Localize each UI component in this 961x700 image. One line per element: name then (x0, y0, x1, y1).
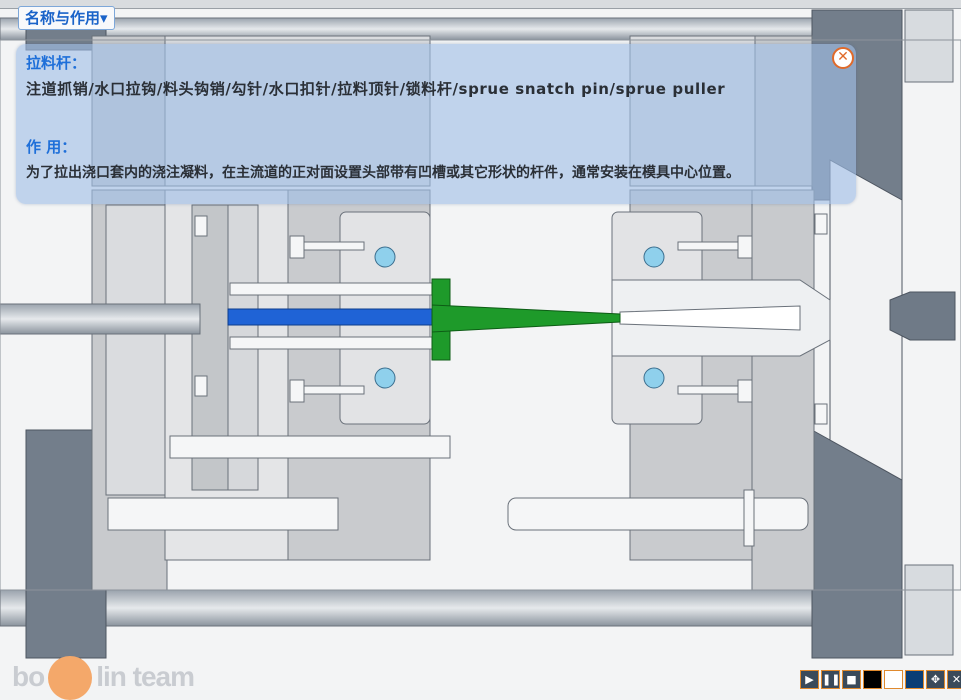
screw-head (814, 213, 828, 235)
function-title: 作 用： (26, 138, 77, 156)
screw-shank (303, 241, 365, 251)
return-pin (169, 435, 451, 459)
tie-bar-bottom (0, 589, 821, 627)
player-controls: ▶ ❚❚ ■ ✥ ✕ (800, 670, 961, 689)
guide-bush-flange (743, 489, 755, 547)
color-black-button[interactable] (863, 670, 882, 689)
screw-head (814, 403, 828, 425)
logo-circle (48, 656, 93, 700)
nozzle (889, 291, 956, 341)
cooling-channel (643, 246, 665, 268)
cooling-channel (374, 246, 396, 268)
guide-pin-lower-left (107, 497, 339, 531)
spacer-block (105, 204, 167, 496)
screw-head (194, 215, 208, 237)
logo-text-left: bo (12, 661, 45, 692)
cooling-channel (374, 367, 396, 389)
logo: bo lin team (12, 656, 195, 700)
close-icon[interactable]: ✕ (832, 47, 854, 69)
ejector-pin-upper (229, 282, 446, 296)
cooling-channel (643, 367, 665, 389)
ejector-rod (0, 303, 201, 335)
tie-bar-nut-top (904, 9, 954, 83)
tie-bar-nut-bottom (904, 564, 954, 656)
close-player-button[interactable]: ✕ (947, 670, 961, 689)
name-function-menu-button[interactable]: 名称与作用▾ (18, 6, 115, 30)
sprue-puller-pin (227, 308, 439, 326)
mold-diagram: 名称与作用▾ ✕ 拉料杆： 注道抓销/水口拉钩/料头钩销/勾针/水口扣针/拉料顶… (0, 0, 961, 700)
screw-shank (303, 385, 365, 395)
screw-head (289, 235, 305, 259)
pause-button[interactable]: ❚❚ (821, 670, 840, 689)
screw-shank (677, 241, 739, 251)
screw-head (289, 379, 305, 403)
screw-head (737, 235, 753, 259)
part-title: 拉料杆： (26, 54, 87, 72)
part-alternate-names: 注道抓销/水口拉钩/料头钩销/勾针/水口扣针/拉料顶针/锁料杆/sprue sn… (26, 80, 726, 98)
ejector-pin-lower (229, 336, 446, 350)
guide-pin-lower-right (507, 497, 809, 531)
play-button[interactable]: ▶ (800, 670, 819, 689)
move-button[interactable]: ✥ (926, 670, 945, 689)
screw-head (737, 379, 753, 403)
color-blue-button[interactable] (905, 670, 924, 689)
screw-shank (677, 385, 739, 395)
stop-button[interactable]: ■ (842, 670, 861, 689)
screw-head (194, 375, 208, 397)
logo-text-right: lin team (96, 661, 195, 692)
function-description: 为了拉出浇口套内的浇注凝料，在主流道的正对面设置头部带有凹槽或其它形状的杆件，通… (26, 165, 740, 181)
info-panel: ✕ 拉料杆： 注道抓销/水口拉钩/料头钩销/勾针/水口扣针/拉料顶针/锁料杆/s… (16, 44, 856, 204)
color-white-button[interactable] (884, 670, 903, 689)
